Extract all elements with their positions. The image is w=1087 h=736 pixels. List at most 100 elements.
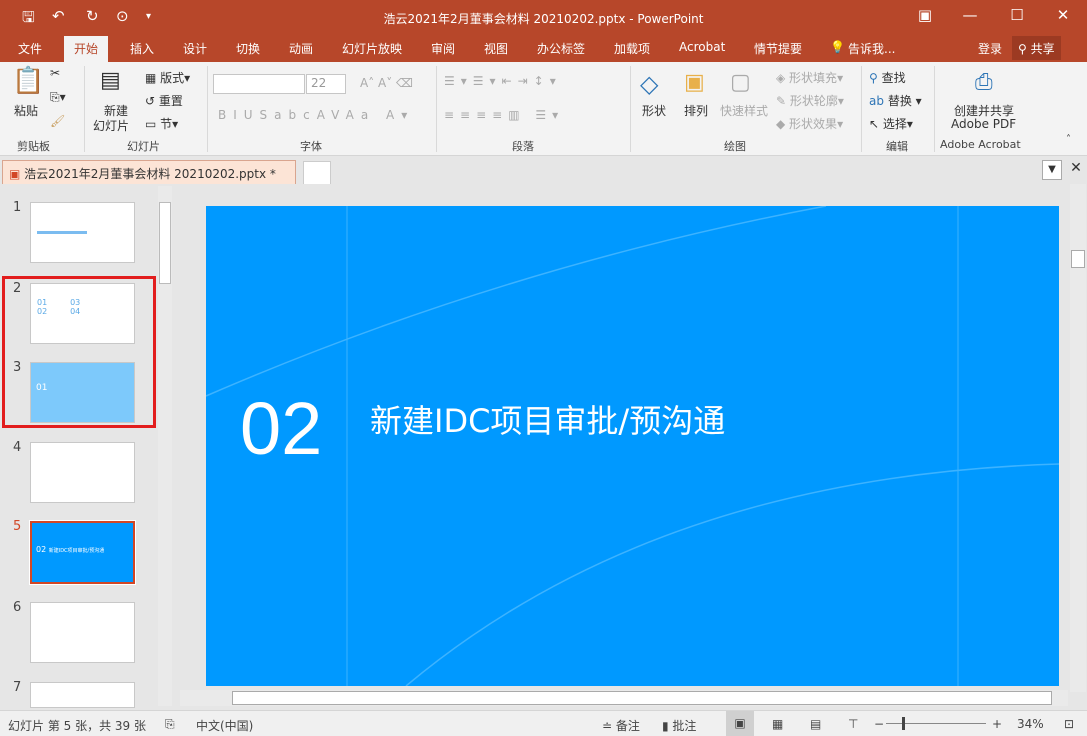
font-size-combo[interactable]: 22: [306, 74, 346, 94]
find-button[interactable]: ⚲ 查找: [869, 69, 906, 86]
quick-styles-button[interactable]: 快速样式: [720, 102, 768, 119]
zoom-level[interactable]: 34%: [1017, 717, 1044, 731]
tab-list-dropdown[interactable]: ▼: [1042, 160, 1062, 180]
maximize-icon[interactable]: ☐: [1002, 6, 1032, 24]
section-button[interactable]: ▭ 节▾: [145, 115, 178, 132]
arrange-button[interactable]: 排列: [684, 102, 708, 119]
tab-transitions[interactable]: 切换: [236, 40, 260, 57]
slide-thumbnail-1[interactable]: [30, 202, 135, 263]
tell-me-search[interactable]: 告诉我...: [848, 40, 895, 57]
tab-acrobat[interactable]: Acrobat: [679, 40, 725, 54]
language-indicator[interactable]: 中文(中国): [196, 717, 253, 734]
slide-thumbnail-5[interactable]: 02 新建IDC项目审批/预沟通: [29, 520, 136, 585]
reset-button[interactable]: ↺ 重置: [145, 92, 183, 109]
align-buttons[interactable]: ≡≡≡≡▥ ☰▾: [444, 108, 564, 122]
ribbon-tabs: 文件 开始 插入 设计 切换 动画 幻灯片放映 审阅 视图 办公标签 加载项 A…: [0, 36, 1087, 62]
layout-button[interactable]: ▦ 版式▾: [145, 69, 190, 86]
new-slide-icon[interactable]: ▤: [100, 68, 121, 93]
reading-view-button[interactable]: ▤: [810, 717, 821, 731]
share-button[interactable]: ⚲ 共享: [1012, 36, 1061, 60]
paste-icon[interactable]: 📋: [12, 66, 44, 96]
normal-view-button[interactable]: ▣: [726, 711, 754, 736]
slide-thumbnail-4[interactable]: [30, 442, 135, 503]
slideshow-view-button[interactable]: ⊤: [848, 717, 858, 731]
group-acrobat: Adobe Acrobat: [940, 138, 1021, 151]
slide-canvas[interactable]: 02 新建IDC项目审批/预沟通: [206, 206, 1059, 686]
zoom-in-button[interactable]: +: [992, 717, 1002, 731]
thumbnail-scrollbar[interactable]: [158, 186, 172, 706]
sign-in-link[interactable]: 登录: [978, 40, 1002, 57]
paste-button[interactable]: 粘贴: [14, 102, 38, 119]
list-buttons[interactable]: ☰▾☰▾⇤⇥↕▾: [444, 74, 562, 88]
quick-styles-icon[interactable]: ▢: [730, 70, 751, 95]
share-label: 共享: [1030, 42, 1055, 56]
zoom-slider[interactable]: [886, 717, 986, 730]
status-bar: 幻灯片 第 5 张，共 39 张 ⎘ 中文(中国) ≐ 备注 ▮ 批注 ▣ ▦ …: [0, 710, 1087, 736]
create-pdf-icon[interactable]: ⎙: [975, 70, 993, 95]
copy-icon[interactable]: ⎘▾: [50, 90, 66, 105]
shape-outline-button[interactable]: ✎ 形状轮廓▾: [776, 92, 844, 109]
font-size-buttons[interactable]: A˄ A˅ ⌫: [360, 76, 413, 90]
shapes-icon[interactable]: ◇: [640, 70, 658, 98]
create-pdf-button[interactable]: Adobe PDF: [951, 117, 1016, 131]
font-format-buttons[interactable]: BIUSabcAVAa A▾: [218, 108, 414, 122]
group-drawing: 绘图: [724, 140, 746, 153]
font-name-combo[interactable]: [213, 74, 305, 94]
tab-addins[interactable]: 加载项: [614, 40, 650, 57]
thumb-number: 1: [13, 200, 22, 215]
group-slides: 幻灯片: [127, 140, 160, 153]
tab-animations[interactable]: 动画: [289, 40, 313, 57]
cut-icon[interactable]: ✂: [50, 66, 60, 80]
tab-review[interactable]: 审阅: [431, 40, 455, 57]
title-bar: 🖫 ↶ ↻ ⊙ ▾ 浩云2021年2月董事会材料 20210202.pptx -…: [0, 0, 1087, 36]
notes-button[interactable]: ≐ 备注: [602, 717, 640, 734]
shape-effects-button[interactable]: ◆ 形状效果▾: [776, 115, 843, 132]
shapes-button[interactable]: 形状: [642, 102, 666, 119]
zoom-slider-thumb[interactable]: [902, 717, 905, 730]
slide-vertical-scrollbar[interactable]: [1070, 184, 1086, 692]
slide-sorter-button[interactable]: ▦: [772, 717, 783, 731]
section-title[interactable]: 新建IDC项目审批/预沟通: [370, 396, 725, 442]
slide-thumbnail-6[interactable]: [30, 602, 135, 663]
tab-view[interactable]: 视图: [484, 40, 508, 57]
thumb-number: 4: [13, 440, 22, 455]
tab-home[interactable]: 开始: [64, 36, 109, 62]
thumb-number: 7: [13, 680, 22, 695]
new-slide-button[interactable]: 幻灯片: [93, 117, 129, 134]
zoom-out-button[interactable]: −: [874, 717, 884, 731]
comments-button[interactable]: ▮ 批注: [662, 717, 696, 734]
format-painter-icon[interactable]: 🖌: [50, 114, 65, 128]
slide-counter: 幻灯片 第 5 张，共 39 张: [8, 719, 146, 733]
close-icon[interactable]: ✕: [1048, 6, 1078, 24]
highlight-box: [2, 276, 156, 428]
slide-horizontal-scrollbar[interactable]: [180, 690, 1068, 706]
minimize-icon[interactable]: —: [955, 6, 985, 24]
collapse-ribbon-icon[interactable]: ˄: [1066, 134, 1071, 145]
select-button[interactable]: ↖ 选择▾: [869, 115, 913, 132]
document-tab-label: 浩云2021年2月董事会材料 20210202.pptx *: [24, 167, 276, 181]
ribbon-display-icon[interactable]: ▣: [910, 6, 940, 24]
new-tab-button[interactable]: [303, 161, 331, 184]
spellcheck-icon[interactable]: ⎘: [165, 717, 175, 732]
slide-decoration-lines: [206, 206, 1059, 686]
tab-insert[interactable]: 插入: [130, 40, 154, 57]
ribbon: 📋 粘贴 ✂ ⎘▾ 🖌 剪贴板 ▤ 新建 幻灯片 ▦ 版式▾ ↺ 重置 ▭ 节▾…: [0, 62, 1087, 156]
group-paragraph: 段落: [512, 140, 534, 153]
tab-slideshow[interactable]: 幻灯片放映: [342, 40, 402, 57]
arrange-icon[interactable]: ▣: [684, 70, 705, 95]
tab-office-tab[interactable]: 办公标签: [537, 40, 585, 57]
tab-storyboard[interactable]: 情节提要: [754, 40, 802, 57]
shape-fill-button[interactable]: ◈ 形状填充▾: [776, 69, 843, 86]
slide-thumbnail-7[interactable]: [30, 682, 135, 708]
document-tab[interactable]: ▣ 浩云2021年2月董事会材料 20210202.pptx * ✕: [2, 160, 296, 196]
close-document-icon[interactable]: ✕: [1066, 160, 1086, 180]
section-number[interactable]: 02: [240, 386, 322, 471]
tab-file[interactable]: 文件: [18, 40, 42, 57]
person-icon: ⚲: [1018, 42, 1027, 56]
tab-design[interactable]: 设计: [183, 40, 207, 57]
replace-button[interactable]: ab 替换 ▾: [869, 92, 922, 109]
lightbulb-icon: 💡: [830, 40, 845, 54]
fit-to-window-icon[interactable]: ⊡: [1064, 717, 1074, 731]
group-clipboard: 剪贴板: [17, 140, 50, 153]
group-editing: 编辑: [886, 140, 908, 153]
